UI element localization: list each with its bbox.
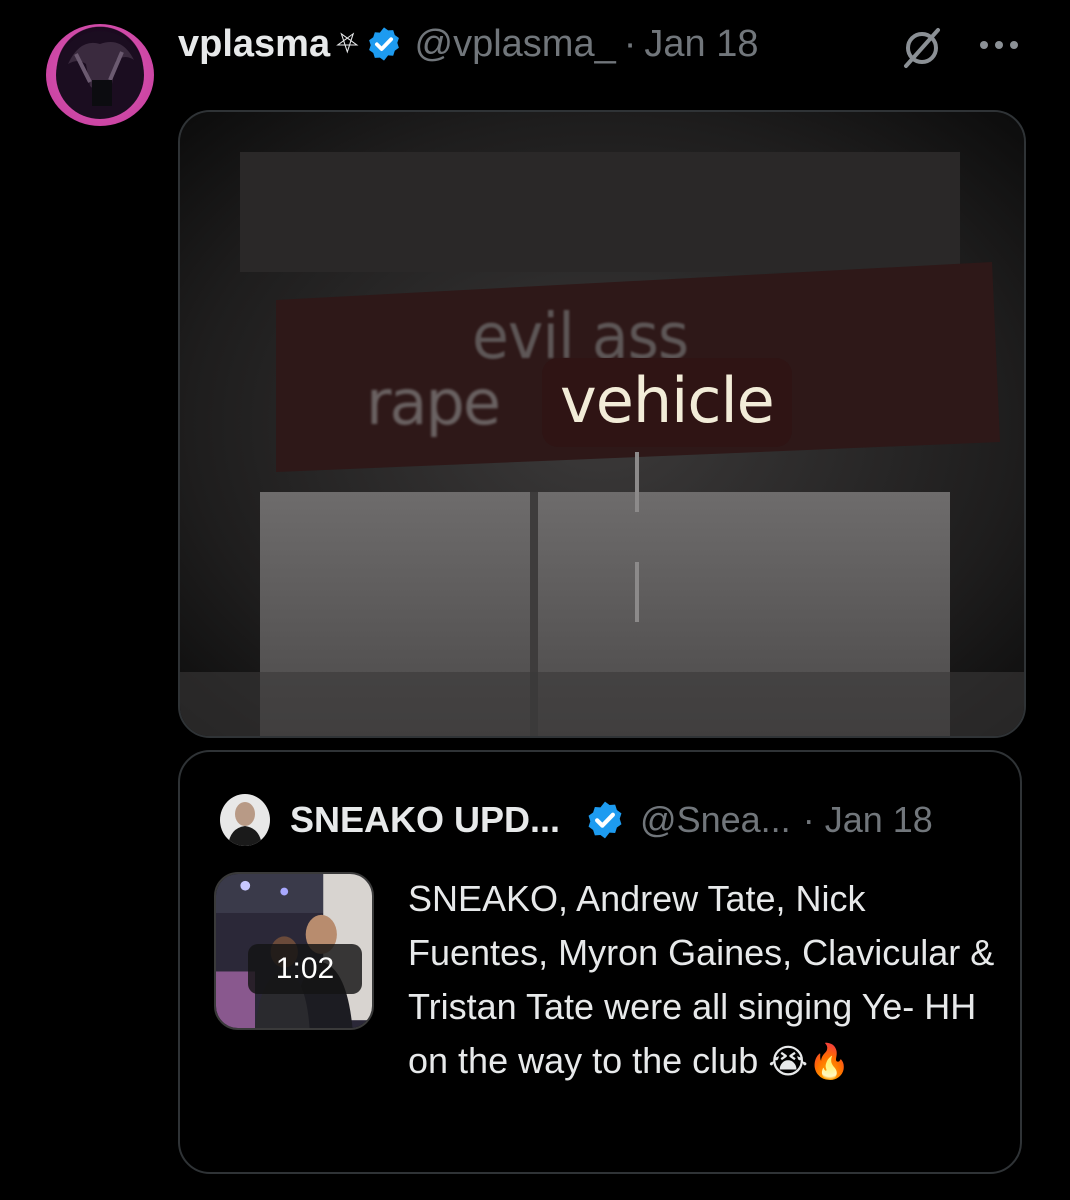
quoted-post-date[interactable]: Jan 18 xyxy=(825,799,933,841)
more-options-icon[interactable] xyxy=(976,30,1022,60)
separator-dot: · xyxy=(802,799,815,840)
post-media-image[interactable]: evil ass rape vehicle xyxy=(178,110,1026,738)
quoted-author-display-name[interactable]: SNEAKO UPD... xyxy=(290,799,560,841)
grok-icon[interactable] xyxy=(898,24,946,72)
quoted-author-handle[interactable]: @Snea... xyxy=(640,799,791,841)
video-duration-badge: 1:02 xyxy=(248,944,362,994)
emoji-crying-fire: 😭🔥 xyxy=(768,1042,851,1082)
quoted-post-text: SNEAKO, Andrew Tate, Nick Fuentes, Myron… xyxy=(408,872,998,1089)
verified-badge-icon xyxy=(588,801,622,839)
quoted-post[interactable]: SNEAKO UPD... @Snea... · Jan 18 1:02 SNE… xyxy=(178,750,1022,1174)
caption-left-text: rape xyxy=(366,366,501,439)
post-header: vplasma ⛧ @vplasma_ · Jan 18 xyxy=(178,18,758,70)
post-date[interactable]: Jan 18 xyxy=(644,23,758,66)
author-display-name[interactable]: vplasma xyxy=(178,23,330,66)
pentagram-icon: ⛧ xyxy=(336,27,359,59)
quoted-post-header: SNEAKO UPD... @Snea... · Jan 18 xyxy=(290,792,933,848)
separator-dot: · xyxy=(623,22,637,65)
caption-highlight-text: vehicle xyxy=(542,358,792,447)
quoted-post-body: SNEAKO, Andrew Tate, Nick Fuentes, Myron… xyxy=(408,878,995,1081)
author-avatar[interactable] xyxy=(46,24,154,126)
verified-badge-icon xyxy=(368,27,399,61)
quoted-author-avatar[interactable] xyxy=(220,794,270,846)
author-handle[interactable]: @vplasma_ xyxy=(415,23,616,66)
